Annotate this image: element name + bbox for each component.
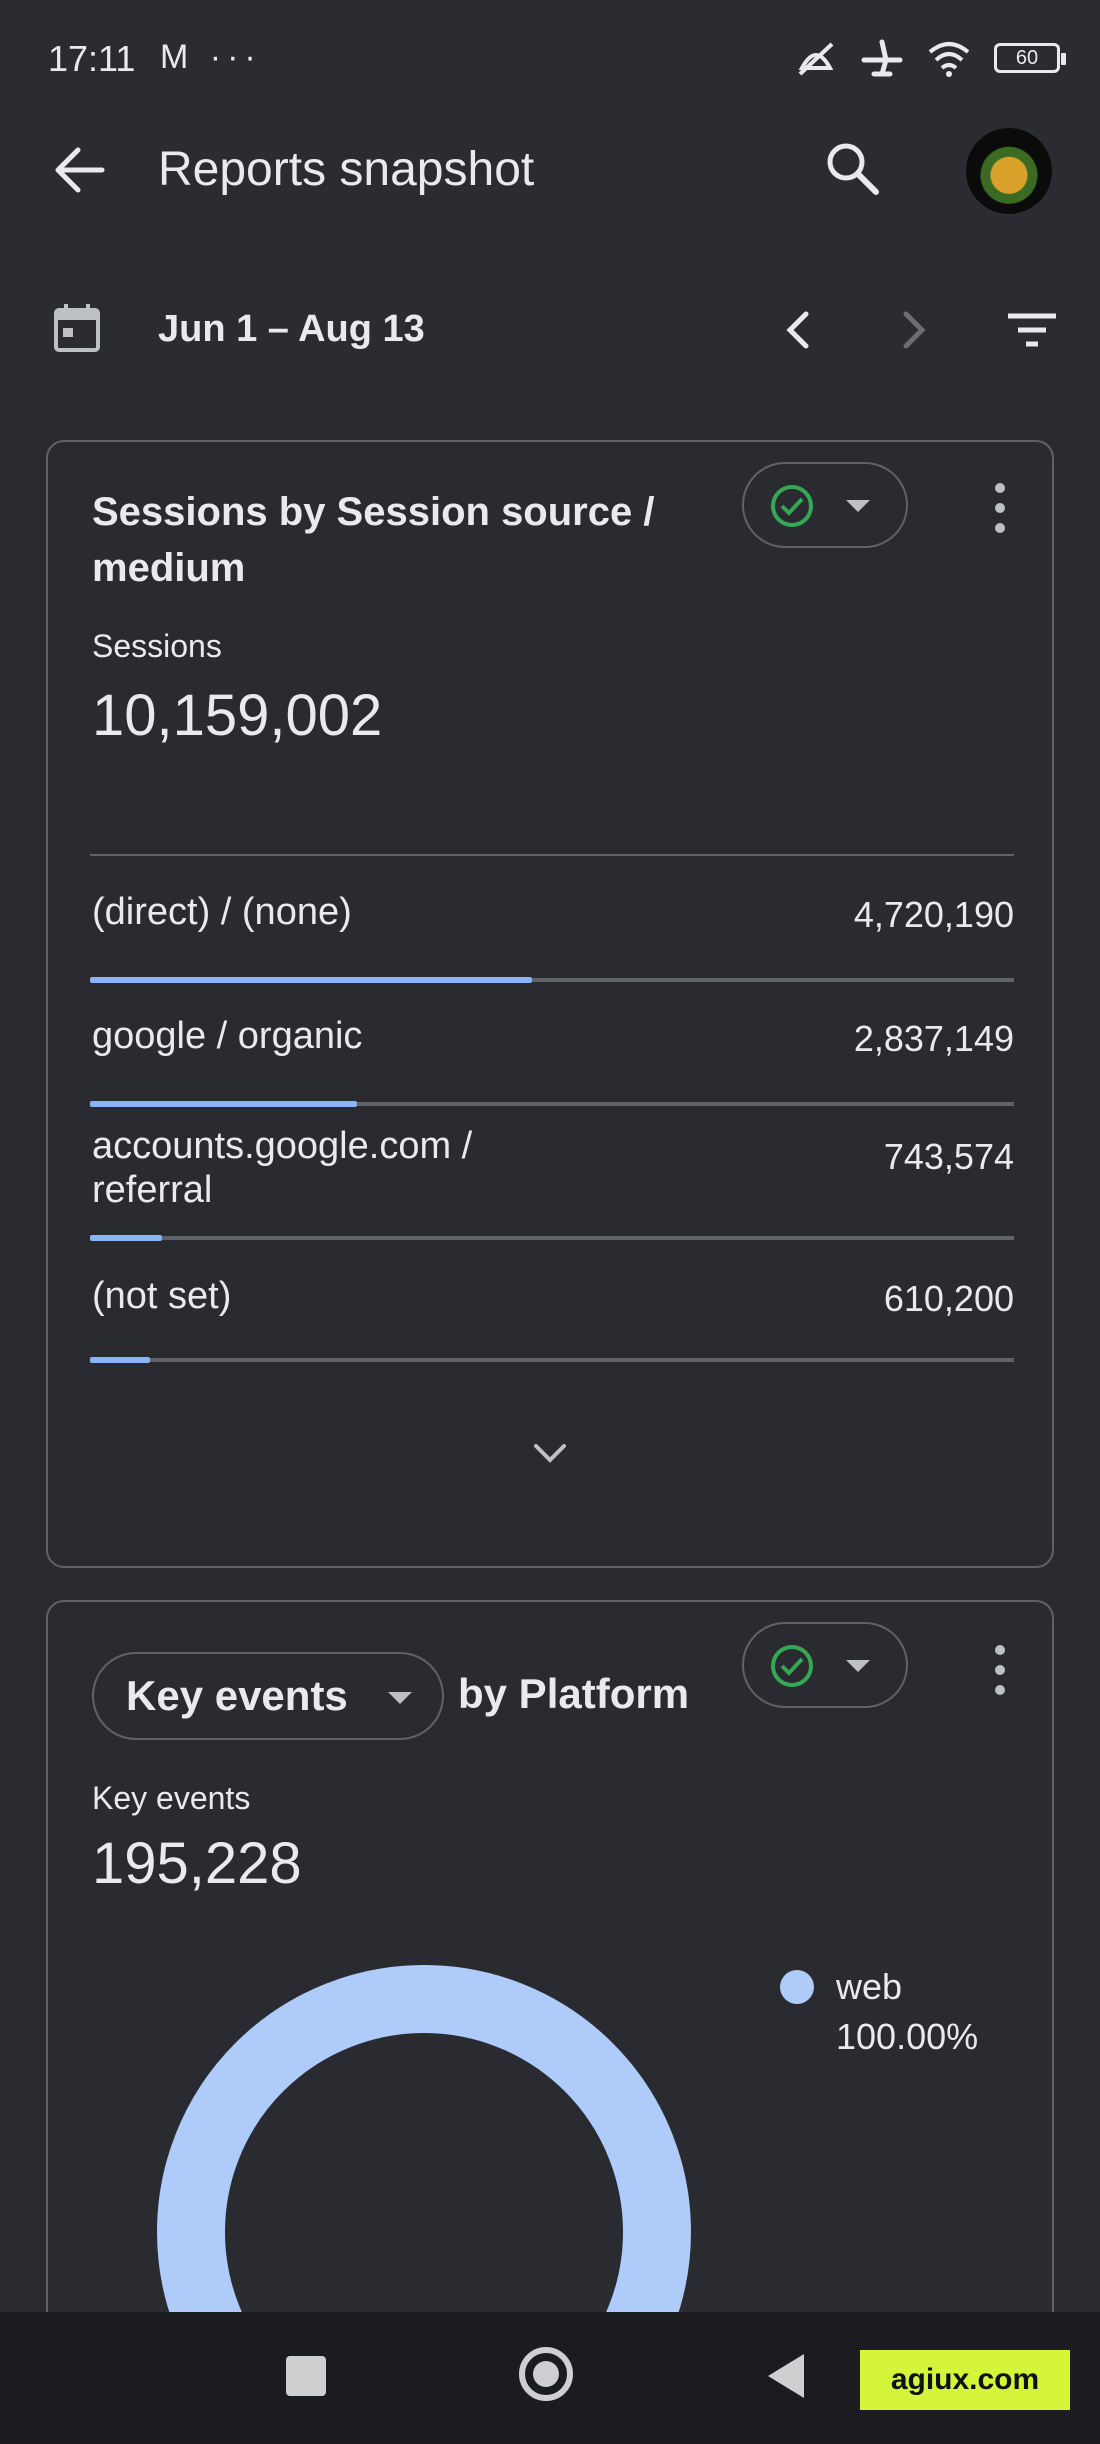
table-row[interactable]: google / organic 2,837,149 [90, 1014, 1014, 1114]
table-row[interactable]: accounts.google.com / referral 743,574 [90, 1124, 1014, 1254]
row-label: accounts.google.com / referral [92, 1125, 473, 1211]
bar-track [90, 1101, 1014, 1107]
table-divider [90, 854, 1014, 856]
date-range-label[interactable]: Jun 1 – Aug 13 [158, 308, 425, 351]
filter-icon[interactable] [1004, 306, 1060, 354]
bar-track [90, 1357, 1014, 1363]
comparison-chip[interactable] [742, 1622, 908, 1708]
battery-icon: 60 [994, 43, 1066, 73]
metric-total: 195,228 [92, 1831, 302, 1896]
top-app-region: 17:11 M ··· 60 Reports snapshot Jun 1 – … [0, 0, 1100, 408]
account-avatar[interactable] [966, 128, 1052, 214]
bar-fill [90, 1235, 163, 1241]
card-title: Sessions by Session source / medium [92, 490, 655, 590]
table-row[interactable]: (not set) 610,200 [90, 1274, 1014, 1374]
search-icon[interactable] [818, 134, 888, 204]
metric-label: Key events [92, 1780, 251, 1816]
row-value: 4,720,190 [853, 894, 1014, 935]
check-circle-icon [771, 1645, 813, 1687]
more-vert-icon[interactable] [988, 480, 1012, 536]
airplane-mode-icon [861, 39, 903, 77]
recents-button[interactable] [286, 2356, 326, 2396]
chevron-right-icon[interactable] [894, 306, 934, 354]
row-label: google / organic [92, 1015, 363, 1057]
bar-fill [90, 1357, 151, 1363]
caret-down-icon [846, 1660, 870, 1672]
row-label: (direct) / (none) [92, 891, 352, 933]
chevron-left-icon[interactable] [778, 306, 818, 354]
screen: 17:11 M ··· 60 Reports snapshot Jun 1 – … [0, 0, 1100, 2444]
card-title-suffix: by Platform [458, 1670, 690, 1717]
metric-label: Sessions [92, 628, 222, 664]
row-value: 2,837,149 [853, 1018, 1014, 1059]
more-vert-icon[interactable] [988, 1642, 1012, 1698]
metric-select[interactable]: Key events [92, 1652, 444, 1740]
wifi-icon [928, 42, 970, 77]
sessions-by-source-card: Sessions by Session source / medium Sess… [46, 440, 1054, 1568]
metric-select-value: Key events [126, 1672, 348, 1719]
nav-back-icon[interactable] [764, 2350, 808, 2402]
bar-track [90, 1235, 1014, 1241]
notification-icons: M ··· [160, 38, 262, 76]
bar-track [90, 977, 1014, 983]
donut-slice-web [157, 1965, 691, 2322]
comparison-chip[interactable] [742, 462, 908, 548]
mute-vibrate-icon [798, 42, 834, 76]
platform-donut-chart [157, 1965, 691, 2322]
watermark-badge: agiux.com [860, 2350, 1070, 2410]
calendar-icon[interactable] [52, 302, 102, 354]
row-value: 743,574 [883, 1136, 1014, 1177]
page-title: Reports snapshot [158, 143, 535, 196]
bar-fill [90, 977, 532, 983]
status-time: 17:11 [48, 38, 136, 79]
row-label: (not set) [92, 1275, 232, 1317]
caret-down-icon [846, 500, 870, 512]
status-icons: 60 [794, 38, 1066, 78]
legend-swatch-web [780, 1970, 814, 2004]
back-arrow-icon[interactable] [44, 140, 114, 200]
caret-down-icon [388, 1692, 412, 1704]
chevron-down-icon[interactable] [528, 1438, 572, 1468]
check-circle-icon [771, 485, 813, 527]
table-row[interactable]: (direct) / (none) 4,720,190 [90, 890, 1014, 990]
legend-label: web [836, 1966, 903, 2007]
home-button[interactable] [516, 2344, 576, 2404]
row-value: 610,200 [883, 1278, 1014, 1319]
system-nav-bar: agiux.com [0, 2312, 1100, 2444]
bar-fill [90, 1101, 358, 1107]
legend-percent: 100.00% [836, 2016, 979, 2057]
metric-total: 10,159,002 [92, 683, 383, 748]
